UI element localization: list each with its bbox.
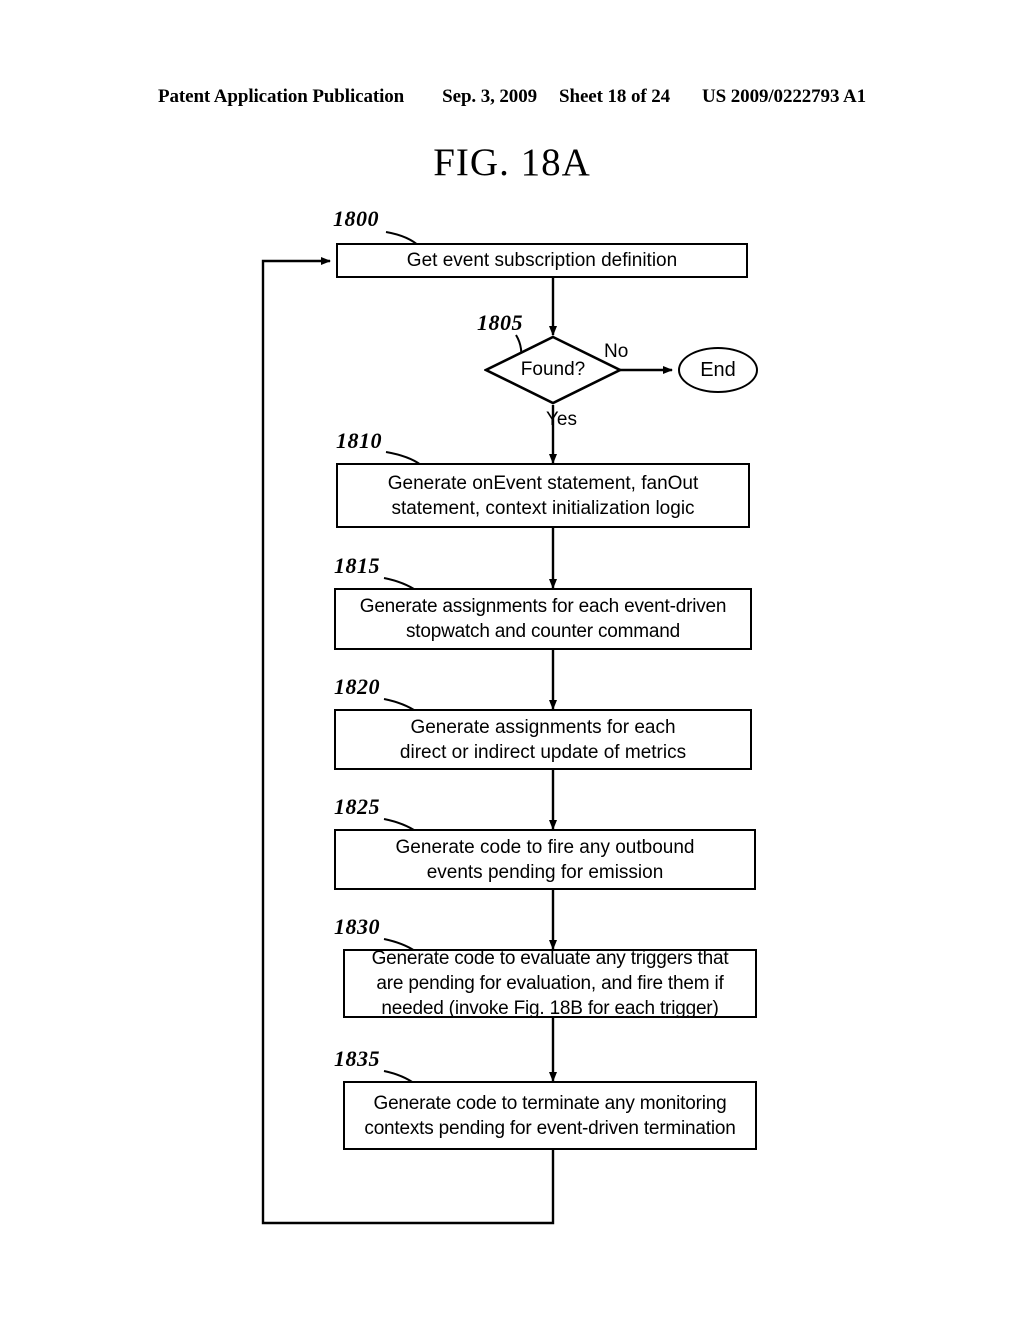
ref-numeral-1800: 1800: [333, 206, 379, 231]
ref-numeral-1830: 1830: [334, 914, 380, 939]
ref-numeral-1810: 1810: [336, 428, 382, 453]
ref-numeral-1815: 1815: [334, 553, 380, 578]
edge-label-no: No: [604, 341, 629, 362]
process-box-1835[interactable]: Generate code to terminate any monitorin…: [343, 1081, 757, 1150]
decision-label-1805: Found?: [520, 359, 586, 380]
process-box-1810[interactable]: Generate onEvent statement, fanOut state…: [336, 463, 750, 528]
ref-numeral-1835: 1835: [334, 1046, 380, 1071]
process-box-1820[interactable]: Generate assignments for each direct or …: [334, 709, 752, 770]
edge-label-yes: Yes: [546, 409, 577, 430]
flowchart: 1800 1805 1810 1815 1820 1825 1830 1835 …: [0, 0, 1024, 1320]
terminator-end[interactable]: End: [678, 347, 758, 393]
decision-diamond-1805[interactable]: Found?: [484, 335, 622, 405]
process-box-1815[interactable]: Generate assignments for each event-driv…: [334, 588, 752, 650]
process-box-1825[interactable]: Generate code to fire any outbound event…: [334, 829, 756, 890]
process-box-1830[interactable]: Generate code to evaluate any triggers t…: [343, 948, 757, 1019]
process-box-1800[interactable]: Get event subscription definition: [336, 243, 748, 278]
ref-numeral-1820: 1820: [334, 674, 380, 699]
ref-numeral-1825: 1825: [334, 794, 380, 819]
ref-numeral-1805: 1805: [477, 310, 523, 335]
